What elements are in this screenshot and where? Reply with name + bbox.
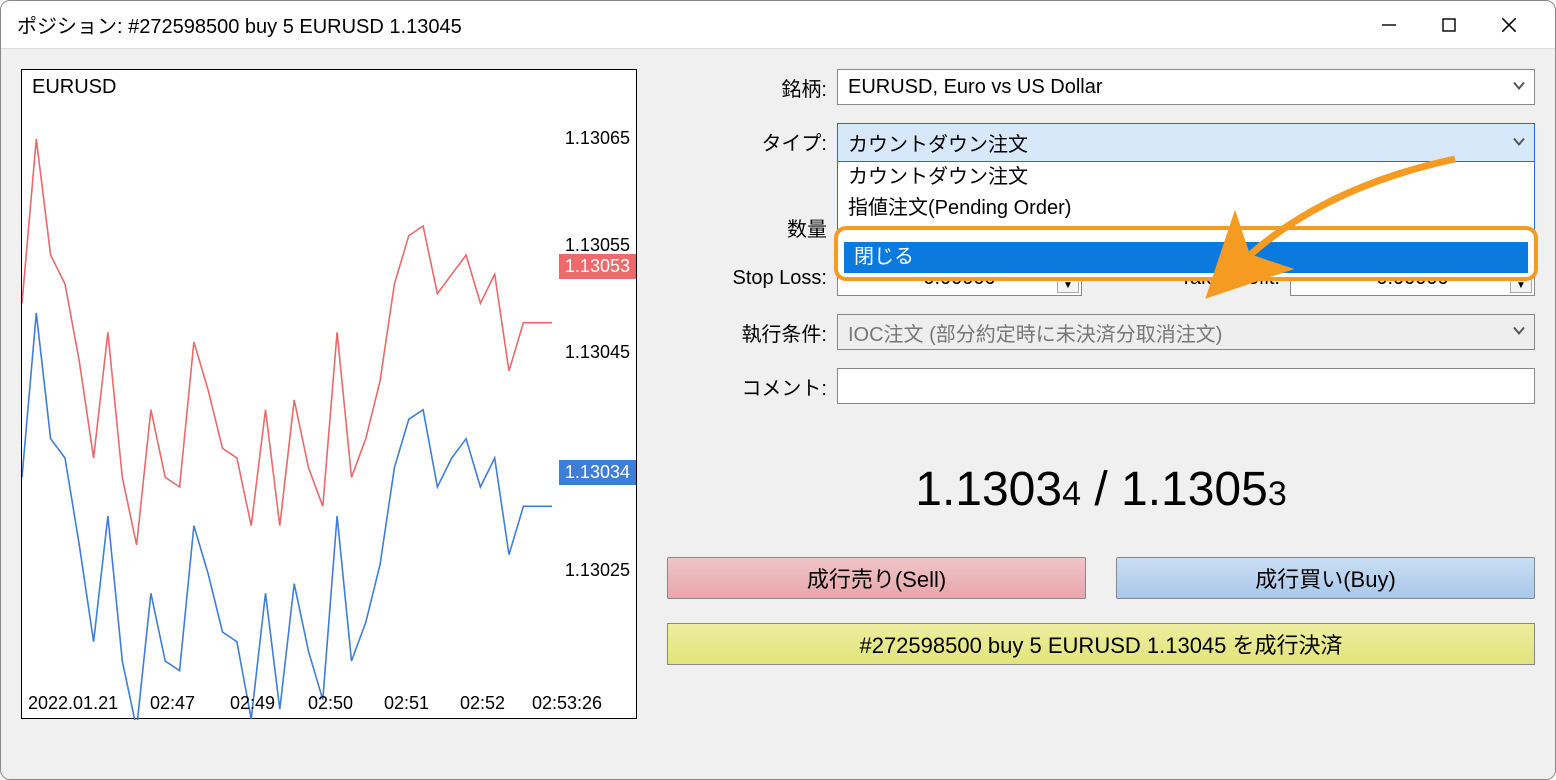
symbol-label: 銘柄: bbox=[667, 73, 837, 102]
x-tick: 02:53:26 bbox=[532, 693, 602, 714]
exec-condition-select: IOC注文 (部分約定時に未決済分取消注文) bbox=[837, 314, 1535, 350]
chevron-down-icon bbox=[1512, 321, 1526, 344]
chevron-down-icon bbox=[1512, 131, 1526, 154]
bid-price-label: 1.13034 bbox=[559, 460, 636, 485]
tick-chart: EURUSD 1.13065 1.13055 1.13045 1.13025 1… bbox=[21, 69, 637, 719]
ask-price-label: 1.13053 bbox=[559, 254, 636, 279]
comment-input[interactable] bbox=[837, 368, 1535, 404]
type-option-countdown[interactable]: カウントダウン注文 bbox=[838, 162, 1534, 193]
window-title: ポジション: #272598500 buy 5 EURUSD 1.13045 bbox=[17, 10, 462, 39]
symbol-value: EURUSD, Euro vs US Dollar bbox=[848, 76, 1103, 99]
order-window: ポジション: #272598500 buy 5 EURUSD 1.13045 E… bbox=[0, 0, 1556, 780]
type-label: タイプ: bbox=[667, 127, 837, 156]
content-area: EURUSD 1.13065 1.13055 1.13045 1.13025 1… bbox=[1, 49, 1555, 779]
close-position-button[interactable]: #272598500 buy 5 EURUSD 1.13045 を成行決済 bbox=[667, 623, 1535, 665]
exec-condition-value: IOC注文 (部分約定時に未決済分取消注文) bbox=[848, 318, 1222, 347]
y-tick: 1.13045 bbox=[565, 342, 630, 363]
exec-condition-label: 執行条件: bbox=[667, 318, 837, 347]
buy-button[interactable]: 成行買い(Buy) bbox=[1116, 557, 1535, 599]
order-form: 銘柄: EURUSD, Euro vs US Dollar タイプ: . 数量 bbox=[667, 69, 1535, 759]
y-tick: 1.13055 bbox=[565, 235, 630, 256]
bid-price-main: 1.1303 bbox=[915, 463, 1062, 516]
maximize-button[interactable] bbox=[1431, 7, 1467, 43]
comment-label: コメント: bbox=[667, 372, 837, 401]
ask-price-small: 3 bbox=[1268, 475, 1287, 513]
type-selected-option[interactable]: カウントダウン注文 bbox=[838, 124, 1534, 162]
type-option-close[interactable]: 閉じる bbox=[844, 242, 1528, 273]
x-tick: 02:49 bbox=[230, 693, 275, 714]
ask-price-main: 1.1305 bbox=[1121, 463, 1268, 516]
x-tick: 2022.01.21 bbox=[28, 693, 118, 714]
x-tick: 02:52 bbox=[460, 693, 505, 714]
type-option-pending[interactable]: 指値注文(Pending Order) bbox=[838, 193, 1534, 224]
price-quote: 1.13034 / 1.13053 bbox=[667, 462, 1535, 517]
bid-price-small: 4 bbox=[1062, 475, 1081, 513]
close-button[interactable] bbox=[1491, 7, 1527, 43]
y-tick: 1.13025 bbox=[565, 560, 630, 581]
chevron-down-icon bbox=[1512, 76, 1526, 99]
volume-label: 数量 bbox=[667, 213, 837, 242]
type-dropdown-open[interactable]: カウントダウン注文 カウントダウン注文 指値注文(Pending Order) … bbox=[837, 123, 1535, 278]
x-tick: 02:51 bbox=[384, 693, 429, 714]
minimize-button[interactable] bbox=[1371, 7, 1407, 43]
x-tick: 02:47 bbox=[150, 693, 195, 714]
stop-loss-label: Stop Loss: bbox=[667, 267, 837, 290]
sell-button[interactable]: 成行売り(Sell) bbox=[667, 557, 1086, 599]
titlebar: ポジション: #272598500 buy 5 EURUSD 1.13045 bbox=[1, 1, 1555, 49]
chart-lines bbox=[22, 70, 638, 720]
highlight-annotation: 閉じる bbox=[834, 226, 1538, 281]
symbol-select[interactable]: EURUSD, Euro vs US Dollar bbox=[837, 69, 1535, 105]
x-tick: 02:50 bbox=[308, 693, 353, 714]
y-tick: 1.13065 bbox=[565, 128, 630, 149]
window-controls bbox=[1371, 7, 1547, 43]
